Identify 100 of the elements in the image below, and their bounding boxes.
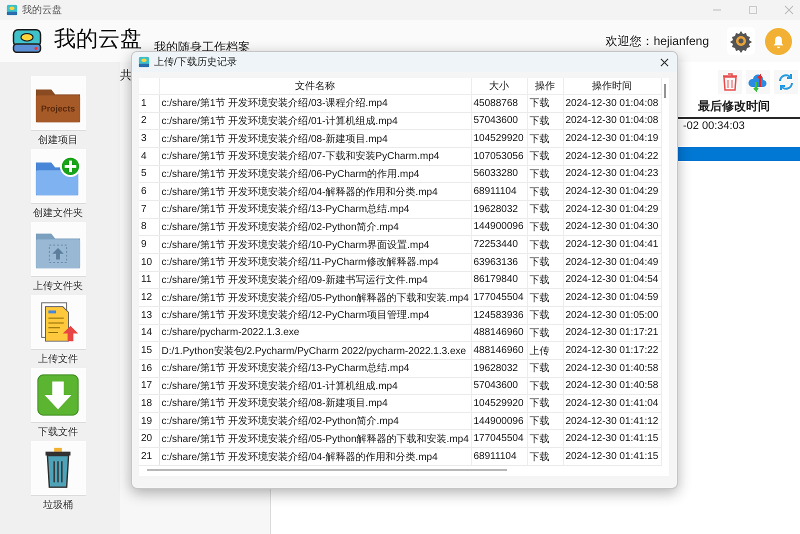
table-cell: 19628032 [471,200,527,218]
table-cell: 104529920 [471,130,527,148]
row-number: 10 [139,253,159,272]
table-cell: D:/1.Python安装包/2.Pycharm/PyCharm 2022/pycharm-2022.1.3.exe [159,342,471,360]
table-cell: c:/share/第1节 开发环境安装介绍/04-解释器的作用和分类.mp4 [159,448,471,466]
table-cell: 56033280 [471,165,527,183]
table-cell: 2024-12-30 01:04:29 [563,182,661,200]
column-header[interactable]: 文件名称 [159,78,471,94]
tool-button[interactable] [30,441,86,496]
app-icon [138,56,150,68]
column-header[interactable]: 操作时间 [563,78,661,94]
table-cell: 72253440 [471,236,527,254]
app-title: 我的云盘 [54,25,142,53]
panel-heading: 共 [120,68,132,82]
table-cell: 488146960 [471,342,527,360]
table-cell: 下载 [527,430,563,448]
row-number: 7 [139,200,159,218]
table-cell: 2024-12-30 01:41:15 [563,430,661,448]
table-cell: 下载 [527,306,563,324]
column-header[interactable]: 操作 [527,78,563,94]
dialog-title: 上传/下载历史记录 [154,56,237,69]
table-cell: 2024-12-30 01:40:58 [563,359,661,377]
row-number: 21 [139,448,159,466]
row-number: 18 [139,394,159,412]
table-cell: 2024-12-30 01:04:29 [563,200,661,218]
cloud-transfer-icon[interactable] [746,70,770,94]
app-icon [6,4,18,16]
row-number: 14 [139,324,159,342]
horizontal-scrollbar[interactable] [147,469,507,471]
tool-label: 创建项目 [38,134,78,145]
table-cell: 下载 [527,288,563,306]
table-cell: 上传 [527,342,563,360]
table-cell: 下载 [527,147,563,166]
table-cell: 488146960 [471,324,527,342]
table-cell: 2024-12-30 01:17:22 [563,342,661,360]
row-number: 20 [139,430,159,448]
table-cell: c:/share/第1节 开发环境安装介绍/07-下载和安装PyCharm.mp4 [159,147,471,166]
bell-icon[interactable] [765,28,792,54]
table-cell: 下载 [527,377,563,395]
table-cell: 2024-12-30 01:41:04 [563,394,661,412]
tool-label: 创建文件夹 [33,206,83,218]
table-cell: 下载 [527,236,563,254]
window-title: 我的云盘 [22,4,62,17]
table-cell: 57043600 [471,377,527,395]
table-cell: c:/share/第1节 开发环境安装介绍/08-新建项目.mp4 [159,130,471,148]
row-number: 4 [139,147,159,166]
table-cell: 144900096 [471,412,527,430]
table-cell: 2024-12-30 01:04:41 [563,236,661,254]
table-cell: 19628032 [471,359,527,377]
table-cell: c:/share/第1节 开发环境安装介绍/05-Python解释器的下载和安装.mp4 [159,288,471,306]
table-cell: 86179840 [471,271,527,289]
row-number: 6 [139,182,159,200]
table-cell: 2024-12-30 01:04:59 [563,288,661,306]
table-cell: 2024-12-30 01:04:08 [563,94,661,112]
table-cell: 57043600 [471,112,527,130]
row-number: 8 [139,218,159,236]
table-cell: 2024-12-30 01:04:23 [563,165,661,183]
tool-label: 上传文件 [38,352,78,364]
tool-label: 下载文件 [38,426,78,437]
table-cell: 下载 [527,359,563,377]
table-cell: 177045504 [471,288,527,306]
table-cell: 2024-12-30 01:04:49 [563,253,661,272]
column-header[interactable]: 大小 [471,78,527,94]
table-cell: c:/share/第1节 开发环境安装介绍/05-Python解释器的下载和安装.mp4 [159,430,471,448]
table-cell: c:/share/第1节 开发环境安装介绍/11-PyCharm修改解释器.mp4 [159,253,471,272]
row-number: 19 [139,412,159,430]
tool-button[interactable] [30,295,86,350]
row-number: 11 [139,271,159,289]
table-cell: 2024-12-30 01:40:58 [563,377,661,395]
table-cell: c:/share/第1节 开发环境安装介绍/10-PyCharm界面设置.mp4 [159,236,471,254]
drive-logo-icon [12,28,42,54]
trash-icon[interactable] [718,70,742,94]
table-cell: 63963136 [471,253,527,272]
table-cell: 下载 [527,412,563,430]
table-cell: c:/share/第1节 开发环境安装介绍/01-计算机组成.mp4 [159,377,471,395]
table-cell: c:/share/第1节 开发环境安装介绍/04-解释器的作用和分类.mp4 [159,182,471,200]
settings-button[interactable] [727,27,755,55]
table-cell: 45088768 [471,94,527,112]
table-cell: 下载 [527,448,563,466]
table-cell: c:/share/第1节 开发环境安装介绍/01-计算机组成.mp4 [159,112,471,130]
table-cell: 2024-12-30 01:41:15 [563,448,661,466]
table-cell: c:/share/第1节 开发环境安装介绍/03-课程介绍.mp4 [159,94,471,112]
vertical-scrollbar[interactable] [664,84,666,98]
table-cell: 68911104 [471,448,527,466]
table-cell: 177045504 [471,430,527,448]
row-number: 12 [139,288,159,306]
table-cell: c:/share/第1节 开发环境安装介绍/06-PyCharm的作用.mp4 [159,165,471,183]
refresh-icon[interactable] [774,70,798,94]
table-cell: c:/share/pycharm-2022.1.3.exe [159,324,471,342]
table-cell: 下载 [527,182,563,200]
close-icon[interactable] [660,58,669,66]
table-cell: 下载 [527,94,563,112]
table-cell: c:/share/第1节 开发环境安装介绍/02-Python简介.mp4 [159,412,471,430]
table-cell: 2024-12-30 01:04:54 [563,271,661,289]
table-cell: c:/share/第1节 开发环境安装介绍/09-新建书写运行文件.mp4 [159,271,471,289]
tool-label: 上传文件夹 [33,280,83,291]
tool-label: 垃圾桶 [43,498,73,510]
row-number: 5 [139,165,159,183]
table-cell: 2024-12-30 01:04:22 [563,147,661,166]
table-cell: 下载 [527,130,563,148]
